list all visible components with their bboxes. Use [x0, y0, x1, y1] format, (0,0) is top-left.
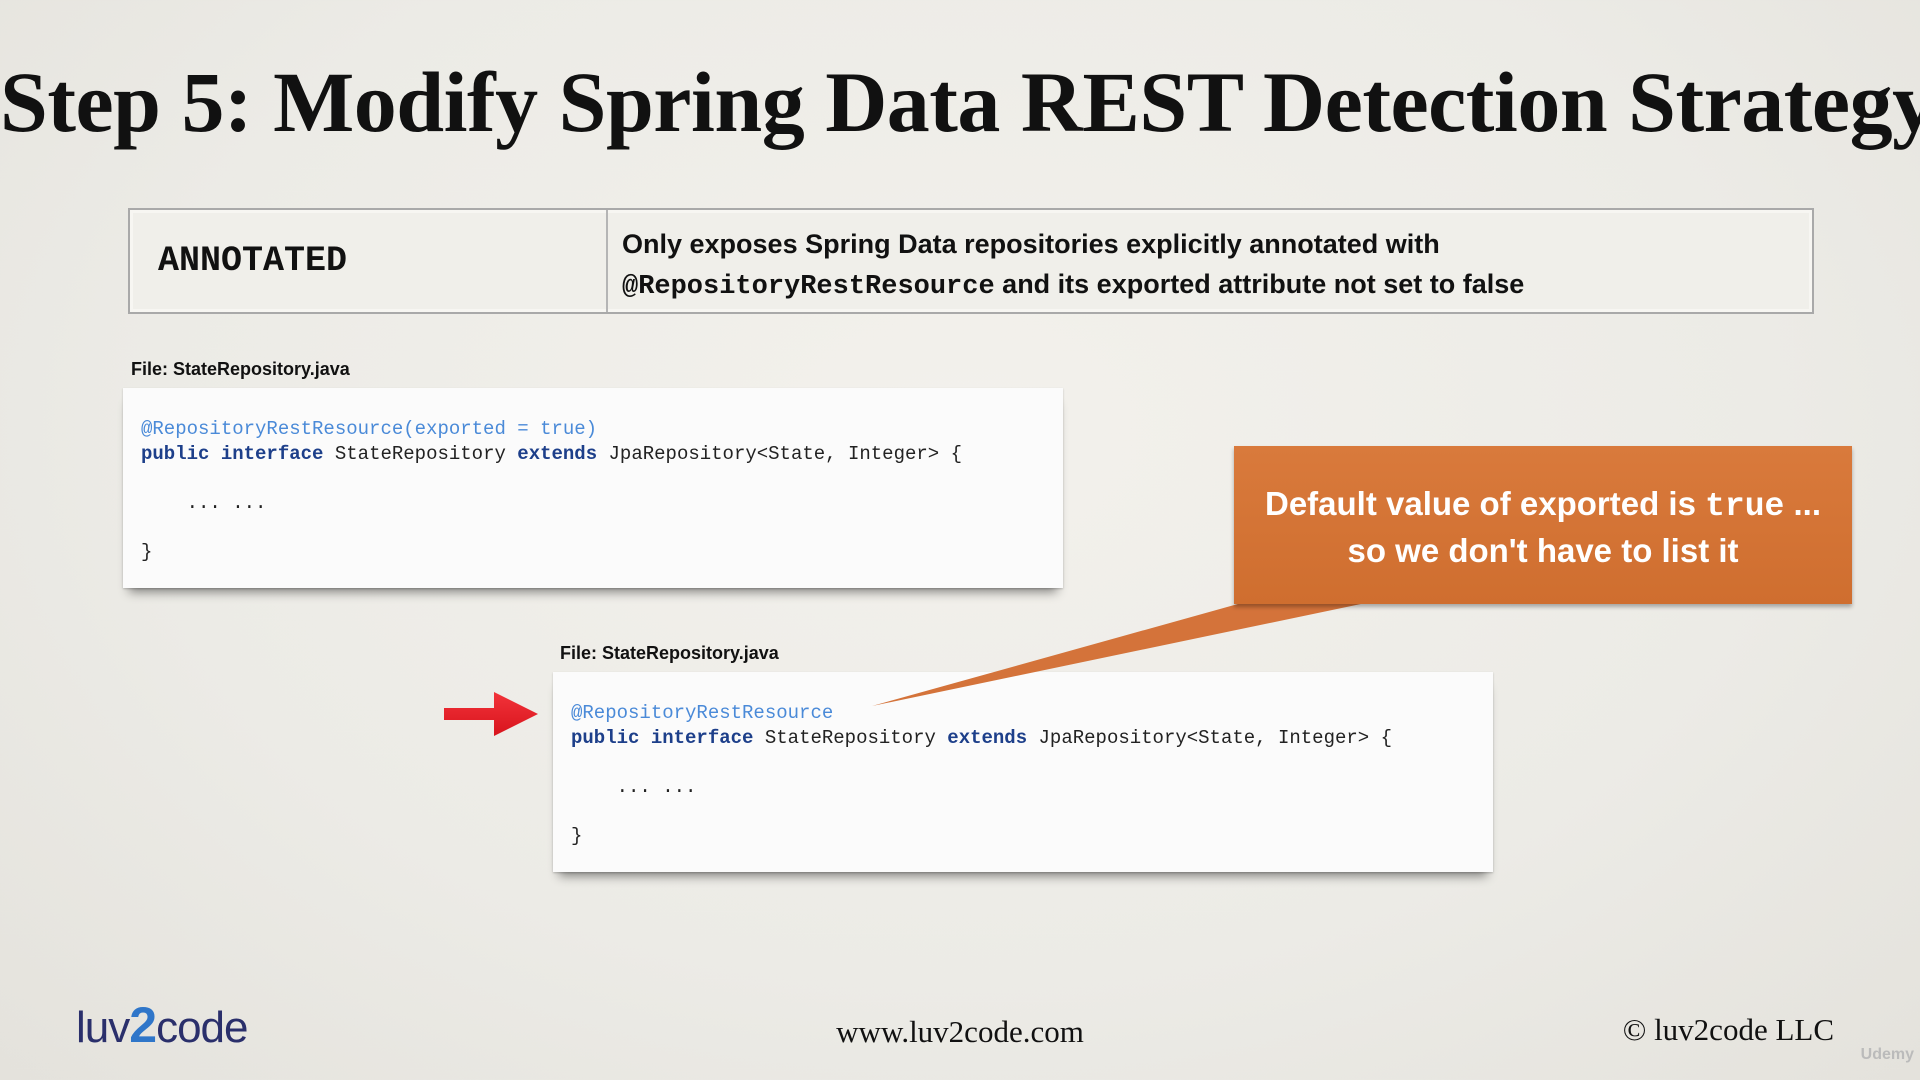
- udemy-watermark: Udemy: [1860, 1046, 1914, 1063]
- red-arrow-icon: [444, 692, 538, 736]
- callout-code: true: [1705, 488, 1785, 525]
- footer-copyright: © luv2code LLC: [1622, 1012, 1834, 1047]
- callout-line-1: Default value of exported is true ...: [1234, 482, 1852, 529]
- callout-box: Default value of exported is true ... so…: [1234, 446, 1852, 604]
- callout-text: Default value of exported is: [1264, 485, 1706, 522]
- callout-suffix: ...: [1784, 485, 1821, 522]
- callout-line-2: so we don't have to list it: [1347, 532, 1739, 569]
